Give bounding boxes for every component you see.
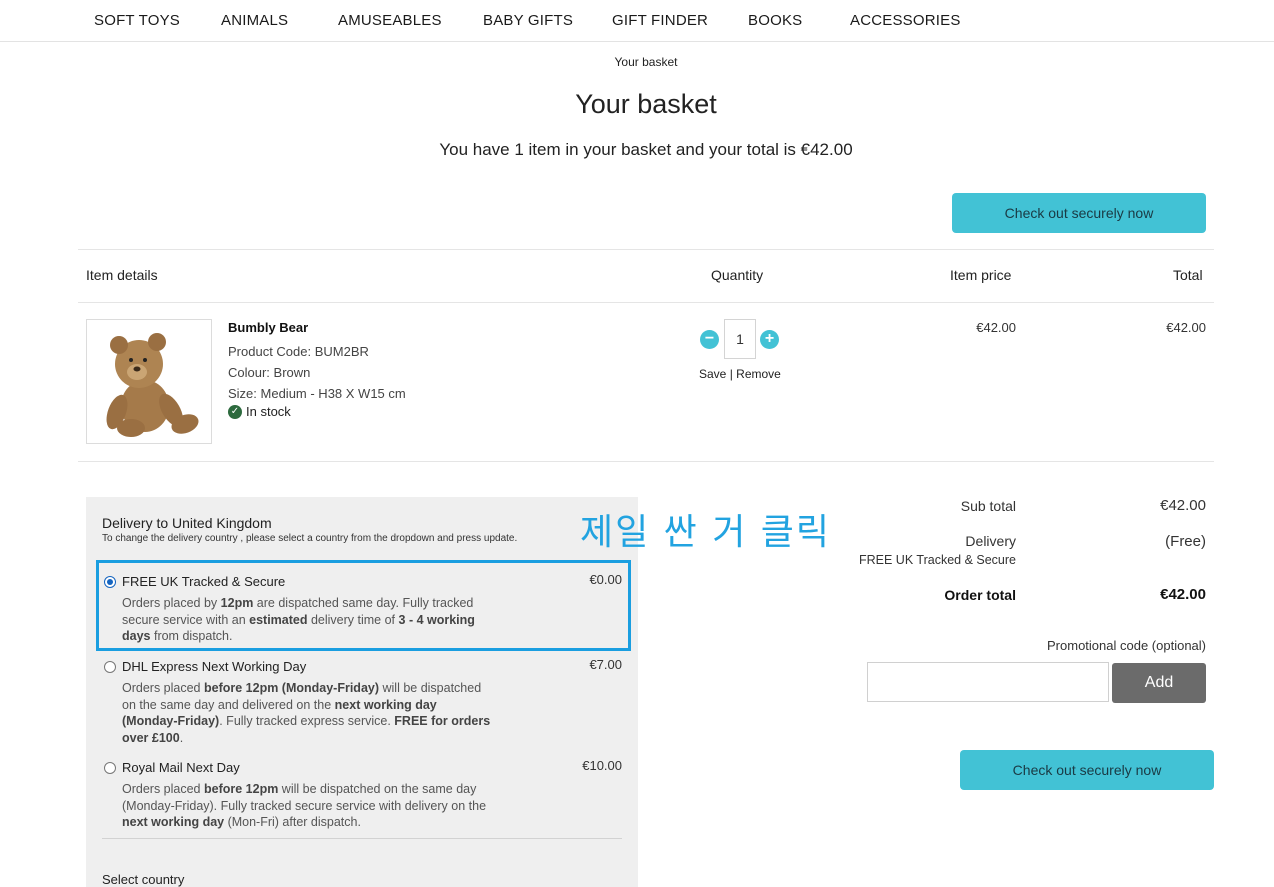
order-total-value: €42.00 — [1160, 586, 1206, 603]
breadcrumb[interactable]: Your basket — [0, 55, 1274, 69]
delivery-value: (Free) — [1165, 533, 1206, 550]
delivery-subtitle: To change the delivery country , please … — [102, 533, 518, 544]
delivery-option-description: Orders placed before 12pm (Monday-Friday… — [122, 681, 491, 745]
checkout-button-top[interactable]: Check out securely now — [952, 193, 1206, 233]
page-title: Your basket — [575, 89, 717, 119]
nav-animals[interactable]: ANIMALS — [221, 12, 288, 29]
column-item-details: Item details — [86, 267, 158, 283]
increase-quantity-button[interactable]: + — [760, 330, 779, 349]
action-separator: | — [729, 367, 733, 381]
product-image[interactable] — [86, 319, 212, 444]
radio-royal-mail[interactable] — [104, 762, 116, 774]
nav-accessories[interactable]: ACCESSORIES — [850, 12, 961, 29]
product-colour: Colour: Brown — [228, 365, 311, 380]
delivery-method: FREE UK Tracked & Secure — [858, 553, 1016, 567]
item-actions: Save | Remove — [699, 367, 781, 381]
save-link[interactable]: Save — [699, 367, 726, 381]
delivery-option-cost: €7.00 — [589, 657, 622, 672]
quantity-input[interactable]: 1 — [724, 319, 756, 359]
delivery-option-name[interactable]: FREE UK Tracked & Secure — [122, 574, 285, 589]
top-navigation: SOFT TOYS ANIMALS AMUSEABLES BABY GIFTS … — [0, 0, 1274, 42]
subtotal-label: Sub total — [960, 498, 1016, 514]
nav-gift-finder[interactable]: GIFT FINDER — [612, 12, 708, 29]
delivery-option-name[interactable]: DHL Express Next Working Day — [122, 659, 306, 674]
nav-soft-toys[interactable]: SOFT TOYS — [94, 12, 180, 29]
divider — [78, 461, 1214, 462]
stock-status: ✓ In stock — [228, 404, 291, 419]
product-size: Size: Medium - H38 X W15 cm — [228, 386, 406, 401]
nav-baby-gifts[interactable]: BABY GIFTS — [483, 12, 573, 29]
divider — [78, 249, 1214, 250]
item-total: €42.00 — [1166, 320, 1206, 335]
promo-code-input[interactable] — [867, 662, 1109, 702]
remove-link[interactable]: Remove — [736, 367, 781, 381]
product-code: Product Code: BUM2BR — [228, 344, 369, 359]
subtotal-value: €42.00 — [1160, 497, 1206, 514]
column-total: Total — [1173, 267, 1203, 283]
delivery-title: Delivery to United Kingdom — [102, 515, 272, 531]
delivery-option-cost: €10.00 — [582, 758, 622, 773]
column-item-price: Item price — [950, 267, 1012, 283]
check-icon: ✓ — [228, 404, 242, 419]
annotation-text: 제일 싼 거 클릭 — [580, 512, 832, 553]
delivery-options-panel: Delivery to United Kingdom To change the… — [86, 497, 638, 887]
radio-dhl-express[interactable] — [104, 661, 116, 673]
delivery-option-cost: €0.00 — [589, 572, 622, 587]
column-quantity: Quantity — [711, 267, 764, 283]
basket-summary: You have 1 item in your basket and your … — [439, 140, 853, 159]
teddy-bear-image — [106, 333, 199, 437]
nav-amuseables[interactable]: AMUSEABLES — [338, 12, 442, 29]
delivery-option-description: Orders placed by 12pm are dispatched sam… — [122, 596, 475, 643]
order-total-label: Order total — [944, 587, 1016, 603]
decrease-quantity-button[interactable]: − — [700, 330, 719, 349]
delivery-option-description: Orders placed before 12pm will be dispat… — [122, 782, 487, 829]
promo-code-label: Promotional code (optional) — [1047, 638, 1206, 653]
product-name[interactable]: Bumbly Bear — [228, 320, 308, 335]
radio-free-uk[interactable] — [104, 576, 116, 588]
delivery-label: Delivery — [965, 533, 1016, 549]
divider — [78, 302, 1214, 303]
nav-books[interactable]: BOOKS — [748, 12, 802, 29]
select-country-label: Select country — [102, 872, 185, 887]
item-price: €42.00 — [976, 320, 1016, 335]
divider — [102, 838, 622, 839]
stock-label: In stock — [246, 404, 291, 419]
delivery-option-name[interactable]: Royal Mail Next Day — [122, 760, 240, 775]
checkout-button-bottom[interactable]: Check out securely now — [960, 750, 1214, 790]
add-promo-button[interactable]: Add — [1112, 663, 1206, 703]
